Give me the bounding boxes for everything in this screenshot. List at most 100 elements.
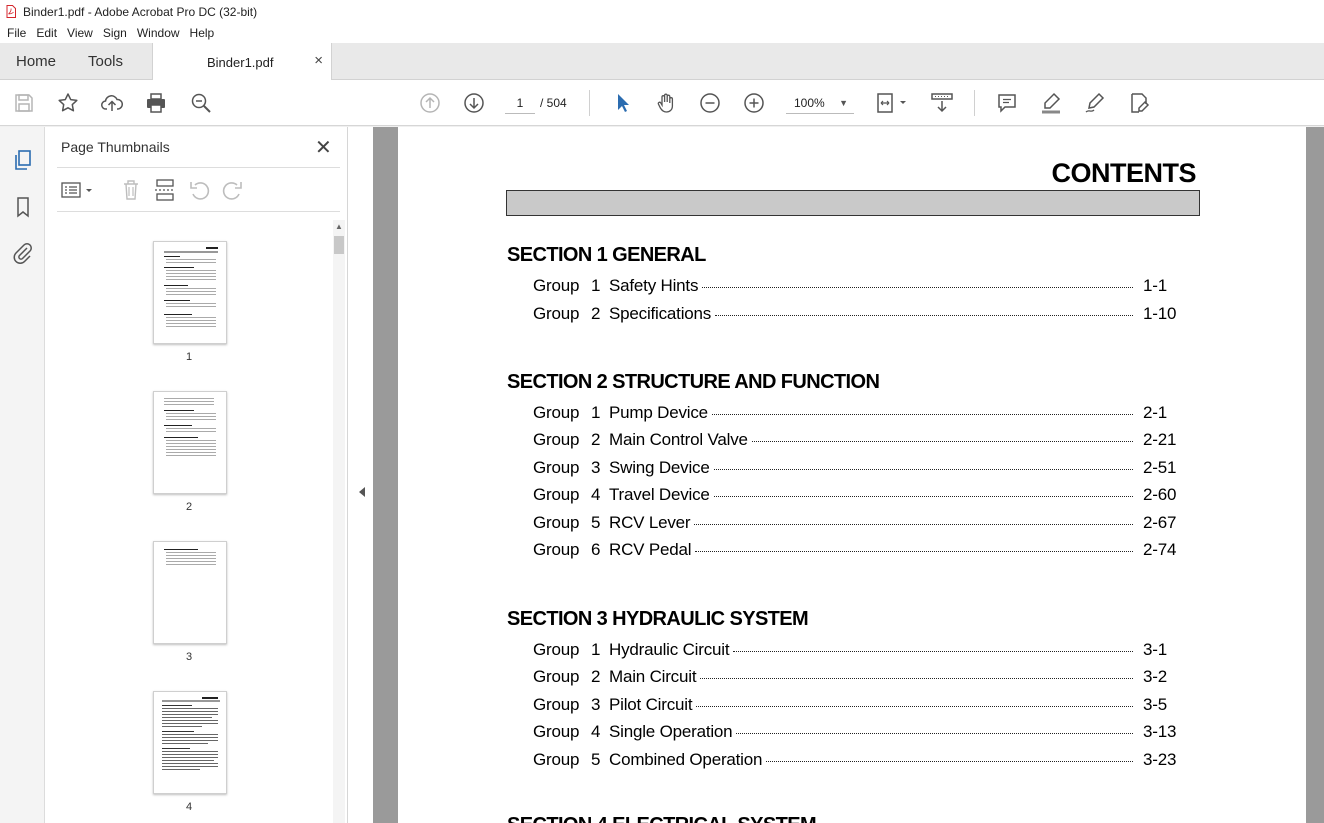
toc-entry[interactable]: Group 5 Combined Operation 3-23 <box>533 750 1189 772</box>
toc-title: Swing Device <box>609 458 710 477</box>
panel-divider <box>57 167 340 168</box>
tab-tools[interactable]: Tools <box>88 53 123 70</box>
close-icon[interactable]: ✕ <box>315 135 332 160</box>
toc-entry[interactable]: Group 4 Travel Device 2-60 <box>533 485 1189 507</box>
panel-divider <box>57 211 340 212</box>
dot-leader <box>702 276 1133 288</box>
dot-leader <box>736 722 1133 734</box>
scroll-up-icon[interactable]: ▲ <box>335 222 343 231</box>
menu-file[interactable]: File <box>2 26 31 40</box>
toc-entry[interactable]: Group 2 Specifications 1-10 <box>533 304 1189 326</box>
attachment-icon[interactable] <box>11 241 35 265</box>
toc-entry[interactable]: Group 6 RCV Pedal 2-74 <box>533 540 1189 562</box>
dot-leader <box>695 540 1133 552</box>
toc-title: RCV Pedal <box>609 540 692 559</box>
thumbnail-page-4[interactable] <box>153 691 227 794</box>
zoom-level-select[interactable]: 100% ▼ <box>786 92 854 114</box>
toc-entry[interactable]: Group 4 Single Operation 3-13 <box>533 722 1189 744</box>
toc-title: Pump Device <box>609 403 708 422</box>
panel-splitter[interactable] <box>348 127 373 823</box>
zoom-level-value: 100% <box>794 96 825 110</box>
toc-group-number: 1 <box>591 640 601 659</box>
menu-edit[interactable]: Edit <box>31 26 62 40</box>
document-view[interactable]: CONTENTS SECTION 1 GENERAL Group 1 Safet… <box>373 127 1324 823</box>
toc-entry[interactable]: Group 1 Hydraulic Circuit 3-1 <box>533 640 1189 662</box>
thumbnail-page-1[interactable] <box>153 241 227 344</box>
tab-document[interactable]: Binder1.pdf × <box>152 43 332 80</box>
toc-entry[interactable]: Group 5 RCV Lever 2-67 <box>533 513 1189 535</box>
toc-group-label: Group <box>533 540 580 559</box>
print-icon[interactable] <box>144 91 168 115</box>
rotate-left-icon[interactable] <box>187 177 211 203</box>
toc-entry[interactable]: Group 2 Main Control Valve 2-21 <box>533 430 1189 452</box>
page-fit-icon[interactable] <box>876 91 910 115</box>
page-number-input[interactable]: 1 <box>505 92 535 114</box>
thumbnail-label: 1 <box>186 351 193 363</box>
comment-icon[interactable] <box>995 91 1019 115</box>
cloud-upload-icon[interactable] <box>100 91 124 115</box>
thumbnail-page-2[interactable] <box>153 391 227 494</box>
tab-home[interactable]: Home <box>16 53 56 70</box>
toolbar: 1 / 504 100% ▼ <box>0 80 1324 126</box>
next-page-icon[interactable] <box>462 91 486 115</box>
zoom-in-icon[interactable] <box>742 91 766 115</box>
menu-help[interactable]: Help <box>185 26 220 40</box>
bookmark-icon[interactable] <box>11 195 35 219</box>
toc-group-label: Group <box>533 750 580 769</box>
chevron-down-icon: ▼ <box>839 98 848 108</box>
toc-group-number: 6 <box>591 540 601 559</box>
section-title: SECTION 2 STRUCTURE AND FUNCTION <box>507 371 880 393</box>
toc-title: Travel Device <box>609 485 710 504</box>
toolbar-divider <box>589 90 590 116</box>
toc-entry[interactable]: Group 3 Pilot Circuit 3-5 <box>533 695 1189 717</box>
page-thumbnails-icon[interactable] <box>11 148 35 172</box>
document-heading: CONTENTS <box>1051 158 1197 188</box>
toc-page: 2-67 <box>1143 513 1177 532</box>
menu-window[interactable]: Window <box>132 26 185 40</box>
toc-group-label: Group <box>533 695 580 714</box>
toc-group-number: 2 <box>591 667 601 686</box>
title-bar: Binder1.pdf - Adobe Acrobat Pro DC (32-b… <box>0 0 1324 23</box>
highlight-pen-icon[interactable] <box>1039 91 1063 115</box>
thumbnail-options-menu[interactable] <box>61 177 97 203</box>
dot-leader <box>694 513 1133 525</box>
fill-sign-icon[interactable] <box>1127 91 1151 115</box>
toc-group-label: Group <box>533 403 580 422</box>
hand-tool-icon[interactable] <box>654 91 678 115</box>
toc-entry[interactable]: Group 2 Main Circuit 3-2 <box>533 667 1189 689</box>
tab-document-label: Binder1.pdf <box>207 55 274 70</box>
scrollbar-thumb[interactable] <box>334 236 344 254</box>
draw-sign-icon[interactable] <box>1083 91 1107 115</box>
toc-group-number: 4 <box>591 485 601 504</box>
dot-leader <box>751 430 1133 442</box>
collapse-panel-icon[interactable] <box>359 487 365 497</box>
star-icon[interactable] <box>56 91 80 115</box>
thumbnail-page-3[interactable] <box>153 541 227 644</box>
toc-page: 2-1 <box>1143 403 1167 422</box>
menu-view[interactable]: View <box>62 26 98 40</box>
thumbnail-label: 4 <box>186 801 193 813</box>
previous-page-icon[interactable] <box>418 91 442 115</box>
scroll-mode-icon[interactable] <box>930 91 954 115</box>
select-cursor-icon[interactable] <box>610 91 634 115</box>
zoom-out-icon[interactable] <box>698 91 722 115</box>
toc-page: 2-21 <box>1143 430 1177 449</box>
section-title: SECTION 4 ELECTRICAL SYSTEM <box>507 814 817 823</box>
delete-page-icon[interactable] <box>119 177 143 203</box>
menu-sign[interactable]: Sign <box>98 26 132 40</box>
rotate-right-icon[interactable] <box>221 177 245 203</box>
toc-entry[interactable]: Group 1 Safety Hints 1-1 <box>533 276 1189 298</box>
toc-entry[interactable]: Group 1 Pump Device 2-1 <box>533 403 1189 425</box>
toc-page: 3-5 <box>1143 695 1167 714</box>
toc-title: Hydraulic Circuit <box>609 640 730 659</box>
toc-entry[interactable]: Group 3 Swing Device 2-51 <box>533 458 1189 480</box>
tab-close-icon[interactable]: × <box>314 52 323 69</box>
zoom-search-icon[interactable] <box>189 91 213 115</box>
section-title: SECTION 1 GENERAL <box>507 244 706 266</box>
thumbnail-scrollbar[interactable]: ▲ <box>333 220 345 823</box>
toc-title: Main Control Valve <box>609 430 748 449</box>
save-icon[interactable] <box>12 91 36 115</box>
toc-title: Main Circuit <box>609 667 697 686</box>
toc-group-number: 5 <box>591 750 601 769</box>
extract-page-icon[interactable] <box>153 177 177 203</box>
